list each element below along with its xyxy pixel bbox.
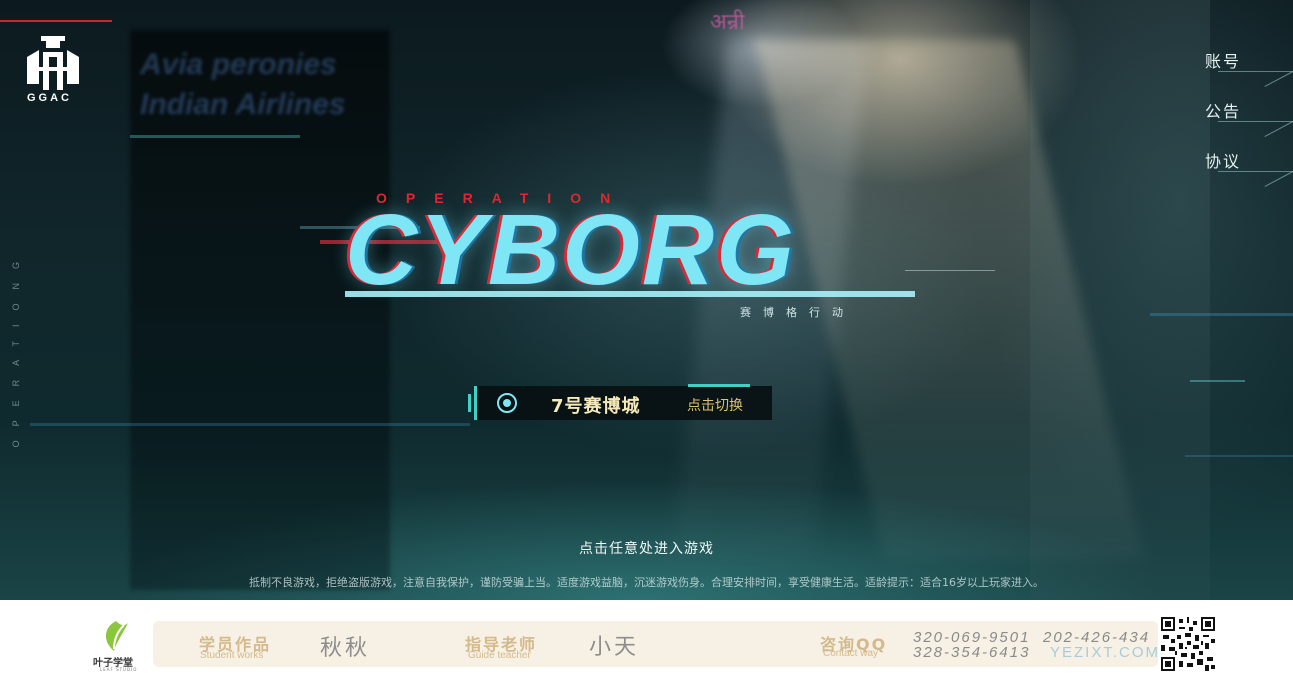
title-cyborg: CYBORG: [345, 194, 796, 306]
student-sub: Student works: [200, 650, 264, 661]
menu-deco-line: [1218, 152, 1293, 172]
health-notice: 抵制不良游戏，拒绝盗版游戏，注意自我保护，谨防受骗上当。适度游戏益脑，沉迷游戏伤…: [249, 576, 1044, 589]
deco-line: [905, 270, 995, 271]
qq-number: 328-354-6413: [913, 644, 1031, 661]
menu-deco-line: [1218, 52, 1293, 72]
deco-line: [130, 135, 300, 138]
student-name: 秋秋: [320, 636, 371, 661]
deco-line: [1150, 313, 1293, 316]
qr-code-icon: [1161, 617, 1215, 671]
website-link[interactable]: YEZIXT.COM: [1050, 644, 1160, 661]
background-neon-sign: अन्री: [710, 10, 745, 35]
server-accent-line: [688, 384, 750, 387]
building-silhouette: [1030, 0, 1210, 600]
deco-line: [30, 423, 470, 426]
title-underline: [345, 291, 915, 297]
radio-icon[interactable]: [497, 393, 517, 413]
menu-deco-line: [1218, 102, 1293, 122]
deco-line: [1190, 380, 1245, 382]
logo-text: GGAC: [27, 92, 72, 104]
teacher-name: 小天: [589, 635, 640, 660]
teacher-sub: Guide teacher: [468, 650, 531, 661]
enter-game-prompt[interactable]: 点击任意处进入游戏: [0, 538, 1293, 558]
leaf-icon: [105, 621, 128, 651]
deco-line: [1185, 455, 1293, 457]
game-start-screen[interactable]: Avia peronies Indian Airlines अन्री GGAC…: [0, 0, 1293, 600]
studio-sub: LEAF STUDIO: [100, 667, 138, 672]
title-subtitle: 赛博格行动: [740, 306, 855, 319]
server-name: 7号赛博城: [551, 396, 641, 417]
background-sign: Avia peronies Indian Airlines: [140, 48, 346, 121]
side-vertical-text: OPERATIONG: [11, 248, 21, 448]
contact-sub: Contact way: [823, 648, 879, 659]
server-switch-button[interactable]: 点击切换: [687, 395, 743, 415]
